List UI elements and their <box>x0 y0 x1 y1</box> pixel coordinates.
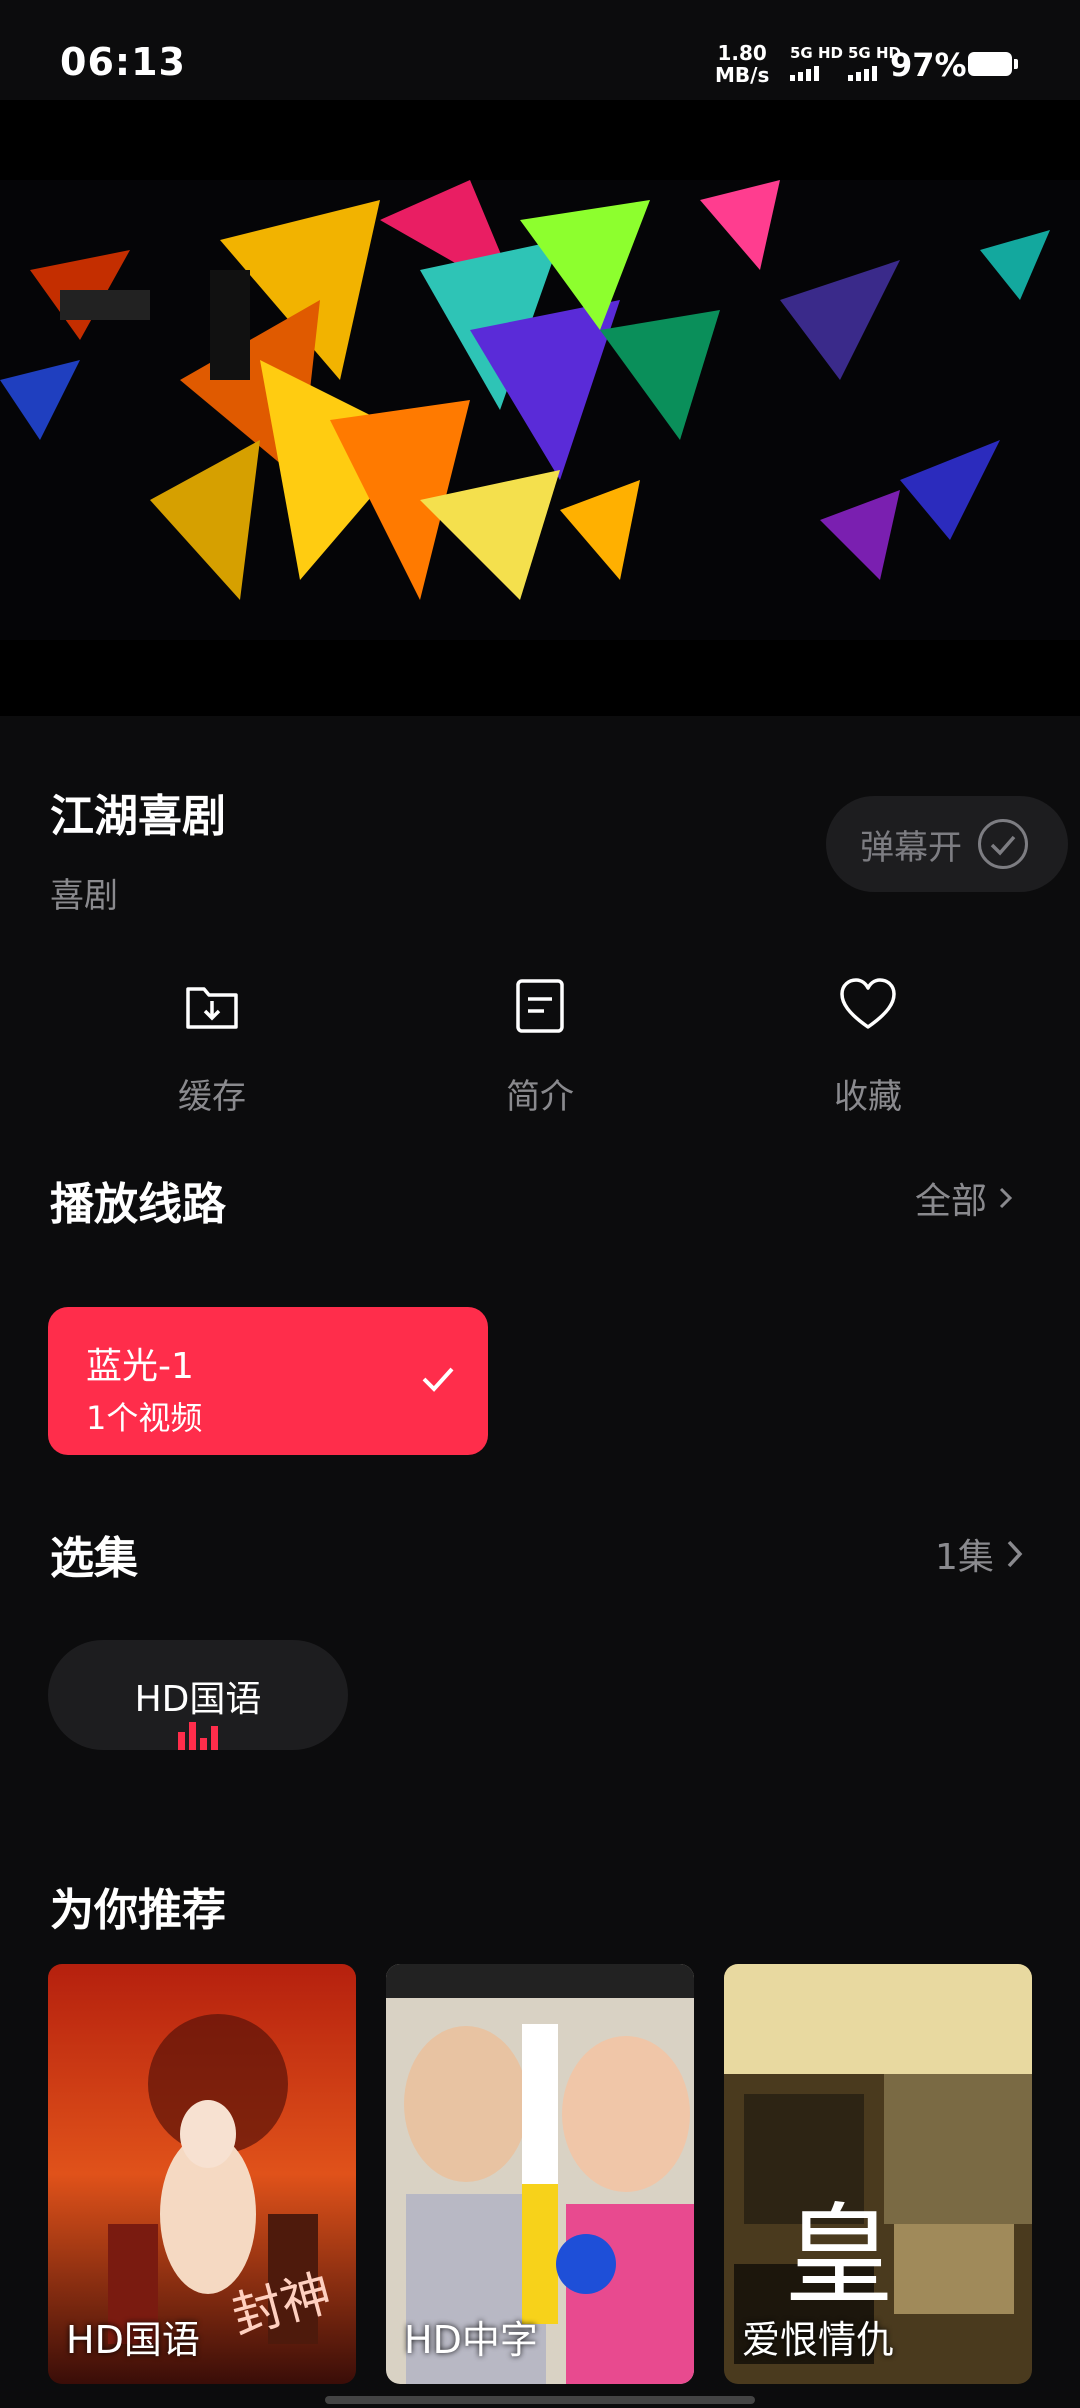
episodes-count-link[interactable]: 1集 <box>935 1528 1026 1580</box>
intro-button[interactable]: 简介 <box>440 975 640 1118</box>
recommend-poster-3[interactable]: 皇 爱恨情仇 <box>724 1964 1032 2384</box>
route-item-bluray-1[interactable]: 蓝光-1 1个视频 <box>48 1307 488 1455</box>
danmaku-toggle-button[interactable]: 弹幕开 <box>826 796 1068 892</box>
movie-genre: 喜剧 <box>50 876 118 916</box>
recommend-poster-1[interactable]: 封神 HD国语 <box>48 1964 356 2384</box>
battery-percent: 97% <box>890 46 967 84</box>
cache-label: 缓存 <box>178 1077 246 1117</box>
home-indicator[interactable] <box>325 2396 755 2404</box>
poster-caption: 爱恨情仇 <box>742 2318 895 2362</box>
svg-text:皇: 皇 <box>784 2192 894 2320</box>
episodes-title: 选集 <box>50 1533 138 1584</box>
recommend-title: 为你推荐 <box>50 1885 226 1936</box>
playing-indicator-icon <box>178 1722 218 1750</box>
chevron-right-icon <box>1007 1540 1023 1568</box>
episode-item[interactable]: HD国语 <box>48 1640 348 1750</box>
video-player[interactable] <box>0 100 1080 716</box>
poster-caption: HD国语 <box>66 2318 200 2362</box>
route-name: 蓝光-1 <box>86 1346 194 1387</box>
battery-icon <box>968 52 1018 76</box>
episode-label: HD国语 <box>134 1679 262 1720</box>
status-time: 06:13 <box>60 40 186 84</box>
danmaku-label: 弹幕开 <box>860 827 962 868</box>
routes-all-link[interactable]: 全部 <box>915 1172 1015 1224</box>
poster-caption: HD中字 <box>404 2318 538 2362</box>
document-icon <box>516 979 564 1033</box>
favorite-label: 收藏 <box>834 1077 902 1117</box>
heart-icon <box>840 978 896 1029</box>
intro-label: 简介 <box>506 1077 574 1117</box>
status-bar: 06:13 1.80 MB/s 5G HD 5G HD 97% <box>0 0 1080 100</box>
chevron-right-icon <box>999 1187 1013 1209</box>
check-circle-icon <box>978 819 1028 869</box>
sim1-signal-icon: 5G HD <box>790 44 843 81</box>
movie-title: 江湖喜剧 <box>50 791 226 842</box>
favorite-button[interactable]: 收藏 <box>768 975 968 1118</box>
network-speed: 1.80 MB/s <box>715 41 770 87</box>
download-folder-icon <box>186 987 238 1029</box>
video-frame-art <box>0 180 1080 640</box>
cache-button[interactable]: 缓存 <box>112 975 312 1118</box>
recommend-poster-2[interactable]: HD中字 <box>386 1964 694 2384</box>
check-icon <box>422 1367 454 1392</box>
route-count: 1个视频 <box>86 1399 203 1437</box>
routes-title: 播放线路 <box>50 1179 226 1230</box>
